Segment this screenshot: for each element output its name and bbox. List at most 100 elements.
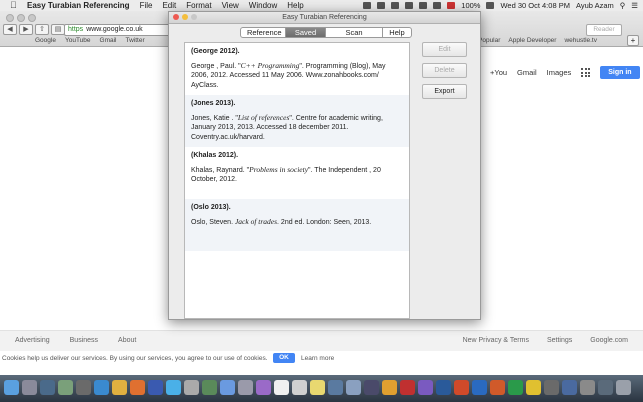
- gmail-link[interactable]: Gmail: [517, 68, 537, 77]
- menu-file[interactable]: File: [140, 1, 153, 10]
- zoom-button[interactable]: [191, 14, 197, 20]
- dock-app-icon[interactable]: [400, 380, 415, 395]
- footer-google-com[interactable]: Google.com: [590, 337, 628, 344]
- bookmark-wehustle[interactable]: wehustle.tv: [564, 37, 597, 44]
- powerpoint-icon[interactable]: [490, 380, 505, 395]
- menu-edit[interactable]: Edit: [162, 1, 176, 10]
- tab-reference[interactable]: Reference: [241, 28, 286, 37]
- delete-button[interactable]: Delete: [422, 63, 467, 78]
- dock-app-icon[interactable]: [364, 380, 379, 395]
- battery-icon[interactable]: [486, 2, 495, 9]
- footer-advertising[interactable]: Advertising: [15, 337, 50, 344]
- firefox-icon[interactable]: [130, 380, 145, 395]
- dock-app-icon[interactable]: [454, 380, 469, 395]
- back-button[interactable]: ◀: [3, 24, 17, 35]
- dock-app-icon[interactable]: [382, 380, 397, 395]
- sign-in-button[interactable]: Sign in: [600, 66, 640, 79]
- menu-window[interactable]: Window: [249, 1, 277, 10]
- search-icon[interactable]: ⚲: [620, 1, 626, 10]
- finder-icon[interactable]: [4, 380, 19, 395]
- new-tab-button[interactable]: +: [627, 35, 639, 46]
- forward-button[interactable]: ▶: [19, 24, 33, 35]
- wifi-icon[interactable]: [419, 2, 428, 9]
- bookmark-popular[interactable]: Popular: [478, 37, 500, 44]
- word-icon[interactable]: [472, 380, 487, 395]
- sidebar-button[interactable]: ▤: [51, 24, 65, 35]
- tab-help[interactable]: Help: [383, 28, 411, 37]
- cookie-ok-button[interactable]: OK: [273, 353, 295, 363]
- reader-button[interactable]: Reader: [586, 24, 622, 36]
- bookmark-twitter[interactable]: Twitter: [126, 37, 145, 44]
- excel-icon[interactable]: [508, 380, 523, 395]
- apps-grid-icon[interactable]: [581, 68, 591, 77]
- browser-zoom-button[interactable]: [28, 14, 36, 22]
- sync-icon[interactable]: [377, 2, 386, 9]
- launchpad-icon[interactable]: [22, 380, 37, 395]
- dock-app-icon[interactable]: [202, 380, 217, 395]
- menu-help[interactable]: Help: [287, 1, 303, 10]
- bookmark-google[interactable]: Google: [35, 37, 56, 44]
- list-item[interactable]: (Oslo 2013). Oslo, Steven. Jack of trade…: [185, 199, 409, 251]
- dock-app-icon[interactable]: [184, 380, 199, 395]
- list-item[interactable]: (Jones 2013). Jones, Katie . "List of re…: [185, 95, 409, 147]
- images-link[interactable]: Images: [547, 68, 572, 77]
- browser-close-button[interactable]: [6, 14, 14, 22]
- footer-about[interactable]: About: [118, 337, 136, 344]
- saved-references-list[interactable]: (George 2012). George , Paul. "C++ Progr…: [184, 42, 410, 319]
- user-name[interactable]: Ayub Azam: [576, 1, 614, 10]
- preview-icon[interactable]: [58, 380, 73, 395]
- dock-app-icon[interactable]: [598, 380, 613, 395]
- photoshop-icon[interactable]: [436, 380, 451, 395]
- dock-app-icon[interactable]: [346, 380, 361, 395]
- minimize-button[interactable]: [182, 14, 188, 20]
- edit-button[interactable]: Edit: [422, 42, 467, 57]
- footer-privacy[interactable]: New Privacy & Terms: [463, 337, 529, 344]
- address-bar[interactable]: https www.google.co.uk: [64, 24, 179, 36]
- notes-icon[interactable]: [310, 380, 325, 395]
- dock-app-icon[interactable]: [544, 380, 559, 395]
- bookmark-gmail[interactable]: Gmail: [100, 37, 117, 44]
- dropbox-icon[interactable]: [363, 2, 372, 9]
- battery-percent[interactable]: 100%: [461, 1, 480, 10]
- tab-scan-barcode[interactable]: Scan Barcode: [326, 28, 383, 37]
- itunes-icon[interactable]: [220, 380, 235, 395]
- volume-icon[interactable]: [433, 2, 442, 9]
- list-item[interactable]: (Khalas 2012). Khalas, Raynard. "Problem…: [185, 147, 409, 199]
- plus-you-link[interactable]: +You: [490, 68, 507, 77]
- share-button[interactable]: ⇧: [35, 24, 49, 35]
- cookie-learn-more[interactable]: Learn more: [301, 355, 334, 362]
- list-item[interactable]: (George 2012). George , Paul. "C++ Progr…: [185, 43, 409, 95]
- dock-app-icon[interactable]: [328, 380, 343, 395]
- tab-saved[interactable]: Saved: [286, 28, 326, 37]
- clock-icon[interactable]: [391, 2, 400, 9]
- dock-app-icon[interactable]: [148, 380, 163, 395]
- twitter-icon[interactable]: [166, 380, 181, 395]
- browser-minimize-button[interactable]: [17, 14, 25, 22]
- dock-app-icon[interactable]: [580, 380, 595, 395]
- footer-settings[interactable]: Settings: [547, 337, 572, 344]
- bluetooth-icon[interactable]: [405, 2, 414, 9]
- clock[interactable]: Wed 30 Oct 4:08 PM: [500, 1, 569, 10]
- menu-format[interactable]: Format: [186, 1, 211, 10]
- bookmark-apple-developer[interactable]: Apple Developer: [508, 37, 556, 44]
- dock-app-icon[interactable]: [526, 380, 541, 395]
- menu-view[interactable]: View: [222, 1, 239, 10]
- export-button[interactable]: Export: [422, 84, 467, 99]
- skype-icon[interactable]: [256, 380, 271, 395]
- dock-app-icon[interactable]: [76, 380, 91, 395]
- trash-icon[interactable]: [616, 380, 631, 395]
- flag-icon[interactable]: [447, 2, 456, 9]
- bookmark-youtube[interactable]: YouTube: [65, 37, 91, 44]
- dock-app-icon[interactable]: [292, 380, 307, 395]
- mission-control-icon[interactable]: [40, 380, 55, 395]
- chrome-icon[interactable]: [112, 380, 127, 395]
- footer-business[interactable]: Business: [70, 337, 98, 344]
- dock-app-icon[interactable]: [418, 380, 433, 395]
- dock-app-icon[interactable]: [562, 380, 577, 395]
- safari-icon[interactable]: [94, 380, 109, 395]
- calendar-icon[interactable]: [274, 380, 289, 395]
- dock-app-icon[interactable]: [238, 380, 253, 395]
- list-icon[interactable]: ☰: [631, 1, 638, 10]
- close-button[interactable]: [173, 14, 179, 20]
- apple-menu-icon[interactable]: : [10, 0, 18, 11]
